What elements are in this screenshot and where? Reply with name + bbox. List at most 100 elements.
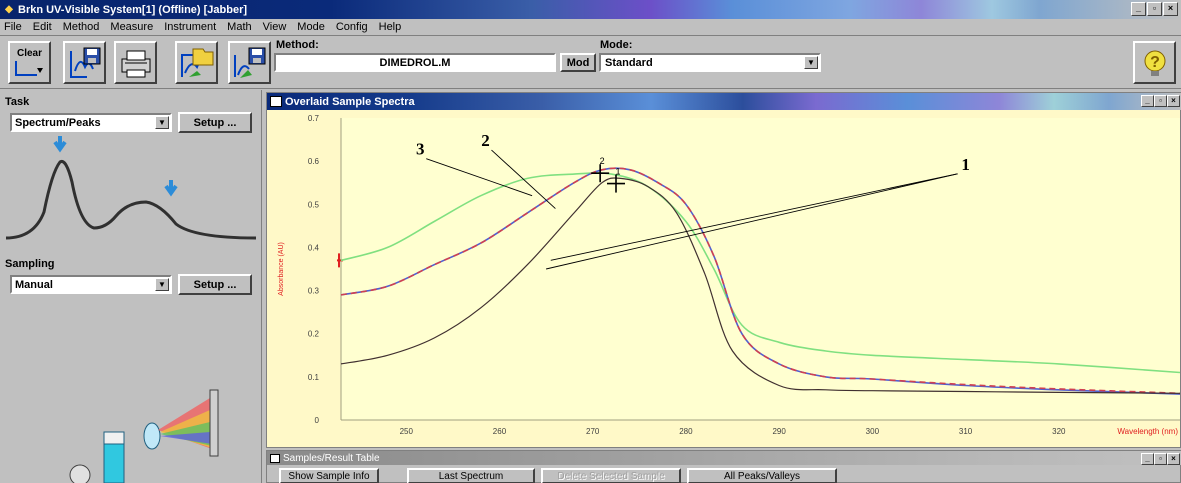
menu-math[interactable]: Math [227, 21, 251, 33]
svg-text:?: ? [1150, 54, 1160, 71]
menu-file[interactable]: File [4, 21, 22, 33]
mod-label: Mod [566, 56, 590, 69]
last-spectrum-label: Last Spectrum [438, 470, 504, 482]
menu-method[interactable]: Method [63, 21, 100, 33]
task-setup-label: Setup ... [193, 116, 237, 129]
method-value: DIMEDROL.M [379, 56, 451, 69]
annotation-label-3: 3 [416, 140, 425, 159]
clear-icon [14, 61, 43, 76]
task-setup-button[interactable]: Setup ... [178, 112, 252, 133]
open-data-button[interactable] [175, 41, 218, 84]
printer-icon [121, 50, 150, 77]
x-tick-label: 290 [772, 427, 786, 436]
spectra-window-controls: _ ▫ × [1141, 95, 1180, 107]
table-title-bar[interactable]: Samples/Result Table _ ▫ × [267, 451, 1181, 465]
help-icon: ? [1144, 50, 1165, 76]
x-axis-label: Wavelength (nm) [1117, 427, 1178, 436]
menu-bar: File Edit Method Measure Instrument Math… [0, 19, 1181, 36]
save-data-button[interactable] [228, 41, 271, 84]
sampling-label: Sampling [5, 258, 55, 270]
table-window-title: Samples/Result Table [283, 452, 380, 464]
delete-selected-sample-button[interactable]: Delete Selected Sample [541, 468, 681, 483]
mode-label: Mode: [600, 39, 633, 51]
y-tick-label: 0.3 [308, 287, 320, 296]
clear-button[interactable]: Clear [8, 41, 51, 84]
y-axis-label: Absorbance (AU) [278, 242, 285, 296]
spectrum-chart[interactable]: 0 0.1 0.2 0.3 0.4 0.5 0.6 0.7 250 260 270 280 290 300… [267, 110, 1180, 447]
task-value: Spectrum/Peaks [15, 116, 101, 129]
results-table-window: Samples/Result Table _ ▫ × Show Sample I… [266, 450, 1181, 483]
y-tick-label: 0.5 [308, 200, 320, 209]
chevron-down-icon[interactable]: ▼ [155, 116, 169, 129]
minimize-icon[interactable]: _ [1141, 95, 1154, 107]
app-icon: ◆ [5, 3, 13, 15]
menu-instrument[interactable]: Instrument [164, 21, 216, 33]
window-icon [270, 453, 280, 463]
print-button[interactable] [114, 41, 157, 84]
close-icon[interactable]: × [1167, 453, 1180, 465]
y-tick-label: 0.4 [308, 243, 320, 252]
y-tick-label: 0.7 [308, 114, 320, 123]
show-sample-info-button[interactable]: Show Sample Info [279, 468, 379, 483]
all-peaks-valleys-label: All Peaks/Valleys [724, 470, 800, 482]
chevron-down-icon[interactable]: ▼ [804, 56, 818, 69]
annotation-label-2: 2 [481, 131, 490, 150]
restore-icon[interactable]: ▫ [1154, 95, 1167, 107]
help-button[interactable]: ? [1133, 41, 1176, 84]
method-field[interactable]: DIMEDROL.M [274, 53, 556, 72]
x-tick-label: 310 [959, 427, 973, 436]
x-tick-label: 250 [400, 427, 414, 436]
close-icon[interactable]: × [1163, 2, 1178, 16]
sampling-value: Manual [15, 278, 53, 291]
menu-view[interactable]: View [263, 21, 287, 33]
plot-area [341, 118, 1180, 420]
overlaid-spectra-window: Overlaid Sample Spectra _ ▫ × 0 0.1 0.2 0.3… [266, 92, 1181, 448]
open-folder-icon [180, 48, 213, 77]
peak-marker-label: 2 [600, 156, 605, 166]
x-tick-label: 280 [679, 427, 693, 436]
optics-illustration [69, 389, 219, 483]
menu-config[interactable]: Config [336, 21, 368, 33]
method-modified-button[interactable]: Mod [560, 53, 596, 72]
sampling-setup-label: Setup ... [193, 278, 237, 291]
y-tick-label: 0.6 [308, 157, 320, 166]
save-data-icon [233, 47, 265, 78]
y-tick-label: 0.2 [308, 330, 320, 339]
spectra-title-bar[interactable]: Overlaid Sample Spectra _ ▫ × [267, 93, 1181, 110]
mode-dropdown[interactable]: Standard ▼ [599, 53, 821, 72]
x-tick-label: 270 [586, 427, 600, 436]
last-spectrum-button[interactable]: Last Spectrum [407, 468, 535, 483]
close-icon[interactable]: × [1167, 95, 1180, 107]
peak-marker-label: 1 [615, 167, 620, 177]
minimize-icon[interactable]: _ [1141, 453, 1154, 465]
all-peaks-valleys-button[interactable]: All Peaks/Valleys [687, 468, 837, 483]
chevron-down-icon[interactable]: ▼ [155, 278, 169, 291]
restore-icon[interactable]: ▫ [1147, 2, 1162, 16]
spectra-window-title: Overlaid Sample Spectra [285, 95, 415, 108]
sampling-setup-button[interactable]: Setup ... [178, 274, 252, 295]
method-label: Method: [276, 39, 319, 51]
toolbar: Clear Method: DIMEDROL.M Mod Mode: Stand… [0, 37, 1181, 89]
sampling-dropdown[interactable]: Manual ▼ [10, 275, 172, 294]
menu-measure[interactable]: Measure [110, 21, 153, 33]
clear-button-label: Clear [16, 48, 42, 59]
menu-mode[interactable]: Mode [297, 21, 325, 33]
open-method-button[interactable] [63, 41, 106, 84]
y-tick-label: 0.1 [308, 373, 320, 382]
task-dropdown[interactable]: Spectrum/Peaks ▼ [10, 113, 172, 132]
spectrum-peaks-icon [5, 136, 257, 240]
left-panel: Task Spectrum/Peaks ▼ Setup ... Sampling… [0, 90, 262, 483]
menu-help[interactable]: Help [379, 21, 402, 33]
x-tick-label: 260 [493, 427, 507, 436]
window-title: Brkn UV-Visible System[1] (Offline) [Jab… [18, 3, 248, 16]
minimize-icon[interactable]: _ [1131, 2, 1146, 16]
title-bar[interactable]: ◆ Brkn UV-Visible System[1] (Offline) [J… [0, 0, 1181, 19]
table-window-controls: _ ▫ × [1141, 453, 1180, 465]
delete-selected-sample-label: Delete Selected Sample [557, 470, 665, 482]
menu-edit[interactable]: Edit [33, 21, 52, 33]
annotation-label-1: 1 [961, 155, 970, 174]
restore-icon[interactable]: ▫ [1154, 453, 1167, 465]
y-tick-label: 0 [315, 416, 320, 425]
x-tick-label: 300 [866, 427, 880, 436]
save-method-icon [69, 47, 100, 78]
